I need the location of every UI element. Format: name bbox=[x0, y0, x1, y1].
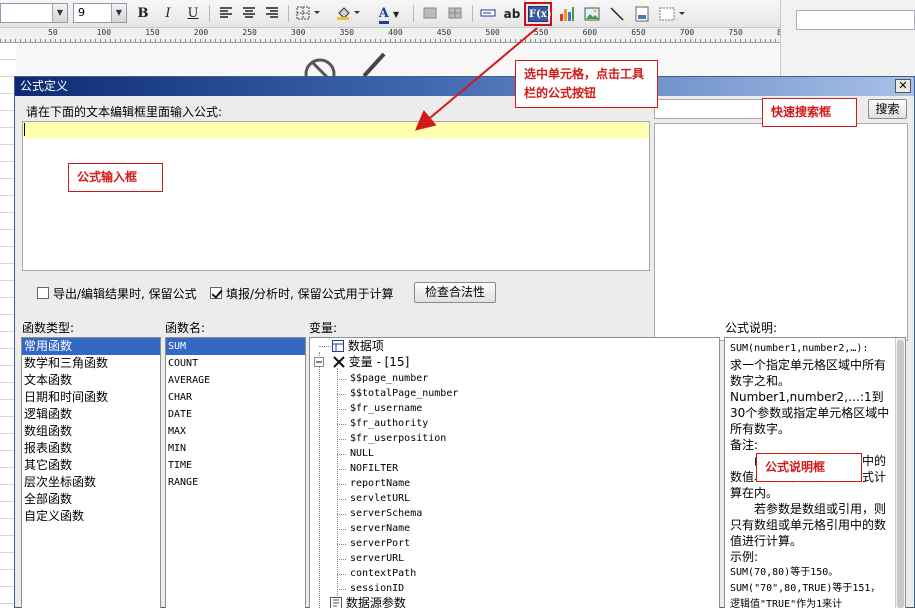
annotation-search-tip: 快速搜索框 bbox=[762, 98, 857, 127]
annotation-toolbar-tip: 选中单元格，点击工具栏的公式按钮 bbox=[515, 60, 658, 108]
annotation-input-tip: 公式输入框 bbox=[68, 163, 163, 192]
annotation-description-tip: 公式说明框 bbox=[756, 453, 862, 482]
annotation-arrow bbox=[414, 27, 538, 131]
